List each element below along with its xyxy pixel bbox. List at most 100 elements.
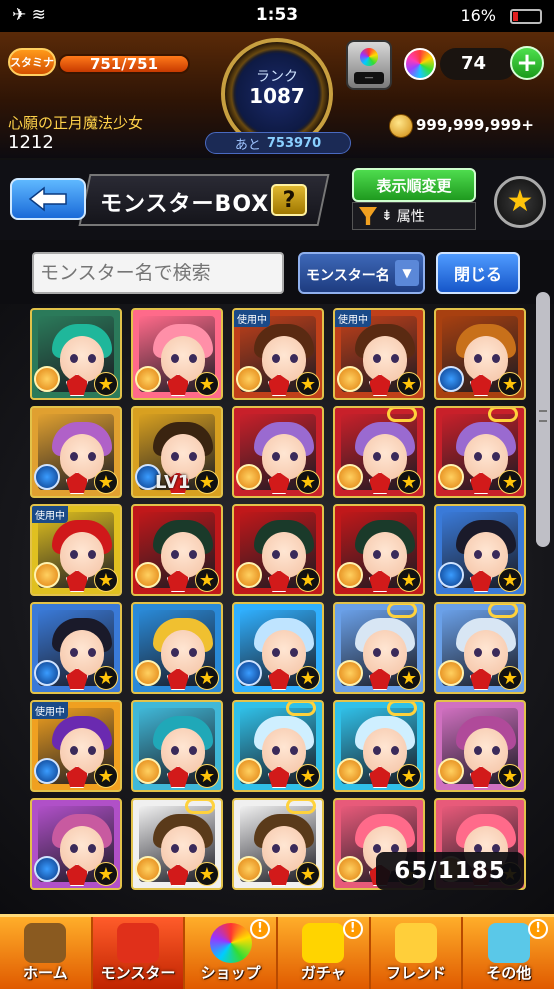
buy-orb-plus-button[interactable]: + — [510, 46, 544, 80]
element-orb-icon — [34, 366, 60, 392]
monster-card[interactable]: ★ — [232, 700, 324, 792]
eye — [492, 354, 500, 363]
monster-card[interactable]: ★ — [333, 700, 425, 792]
monster-card[interactable]: ★ — [131, 602, 223, 694]
nav-tab[interactable]: フレンド — [371, 917, 464, 989]
chain-link-icon — [387, 604, 417, 618]
stamina-bar[interactable]: 751/751 — [58, 54, 190, 74]
eye — [88, 354, 96, 363]
monster-card[interactable]: ★ — [131, 308, 223, 400]
chain-link-icon — [488, 604, 518, 618]
monster-card[interactable]: ★ — [333, 602, 425, 694]
chain-link-icon — [488, 408, 518, 422]
rarity-star-icon: ★ — [397, 666, 421, 690]
rarity-star-icon: ★ — [195, 470, 219, 494]
eye — [391, 746, 399, 755]
nav-tab[interactable]: その他! — [463, 917, 554, 989]
monster-card[interactable]: ★ — [131, 700, 223, 792]
monster-search-input[interactable] — [32, 252, 284, 294]
eye — [492, 648, 500, 657]
monster-card[interactable]: ★ — [30, 798, 122, 890]
element-orb-icon — [34, 856, 60, 882]
element-orb-icon — [438, 464, 464, 490]
in-use-tag: 使用中 — [32, 702, 68, 719]
eye — [88, 746, 96, 755]
close-button[interactable]: 閉じる — [436, 252, 520, 294]
eye — [70, 746, 78, 755]
nav-tab[interactable]: ホーム — [0, 917, 93, 989]
nav-tab[interactable]: ショップ! — [185, 917, 279, 989]
rarity-star-icon: ★ — [94, 862, 118, 886]
monster-card[interactable]: ★ — [434, 700, 526, 792]
nav-label: モンスター — [100, 964, 176, 982]
rarity-star-icon: ★ — [296, 470, 320, 494]
eye — [474, 550, 482, 559]
status-bar: ✈ ≋ 1:53 16% — [0, 0, 554, 32]
eye — [171, 648, 179, 657]
orb-count: 74 — [440, 48, 516, 80]
monster-card[interactable]: ★ — [232, 504, 324, 596]
favorite-star-button[interactable]: ★ — [494, 176, 546, 228]
rank-label: ランク — [256, 69, 298, 85]
element-orb-icon — [34, 464, 60, 490]
nav-tab[interactable]: ガチャ! — [278, 917, 371, 989]
star-icon: ★ — [506, 184, 534, 219]
search-field-select[interactable]: モンスター名 ▼ — [298, 252, 425, 294]
in-use-tag: 使用中 — [335, 310, 371, 327]
rarity-star-icon: ★ — [498, 470, 522, 494]
eye — [88, 844, 96, 853]
eye — [272, 452, 280, 461]
chain-link-icon — [286, 800, 316, 814]
filter-label: 属性 — [396, 209, 425, 225]
rarity-star-icon: ★ — [498, 764, 522, 788]
eye — [373, 648, 381, 657]
luck-machine-icon[interactable]: — — [346, 40, 392, 90]
eye — [171, 354, 179, 363]
help-button[interactable]: ? — [271, 184, 307, 216]
monster-card[interactable]: ★ — [434, 308, 526, 400]
monster-card[interactable]: ★ — [30, 308, 122, 400]
box-title-bar: モンスターBOX ? 表示順変更 ⇟ 属性 ★ — [0, 160, 554, 240]
eye — [70, 354, 78, 363]
rarity-star-icon: ★ — [397, 470, 421, 494]
monster-card[interactable]: ★ — [333, 406, 425, 498]
chain-link-icon — [387, 408, 417, 422]
scrollbar[interactable] — [536, 292, 550, 547]
eye — [474, 648, 482, 657]
element-orb-icon — [337, 366, 363, 392]
monster-card[interactable]: ★ — [434, 504, 526, 596]
monster-card[interactable]: ★ — [131, 504, 223, 596]
back-button[interactable] — [10, 178, 86, 220]
monster-card[interactable]: ★ — [232, 798, 324, 890]
monster-card[interactable]: ★ — [30, 602, 122, 694]
eye — [189, 550, 197, 559]
monster-card[interactable]: ★ — [434, 406, 526, 498]
orb-icon — [404, 48, 436, 80]
monster-card[interactable]: ★ 使用中 — [232, 308, 324, 400]
player-name: 心願の正月魔法少女 — [8, 114, 144, 132]
nav-label: ショップ — [200, 964, 261, 982]
nav-label: ガチャ — [300, 964, 346, 982]
monster-card[interactable]: ★ — [232, 602, 324, 694]
sort-order-button[interactable]: 表示順変更 — [352, 168, 476, 202]
nav-tab[interactable]: モンスター — [92, 917, 186, 989]
element-orb-icon — [236, 758, 262, 784]
filter-attribute[interactable]: ⇟ 属性 — [352, 202, 476, 230]
monster-card[interactable]: ★ — [131, 798, 223, 890]
monster-card[interactable]: ★ 使用中 — [30, 504, 122, 596]
monster-card[interactable]: ★ — [30, 406, 122, 498]
monster-card[interactable]: ★ 使用中 — [333, 308, 425, 400]
eye — [189, 354, 197, 363]
rarity-star-icon: ★ — [397, 764, 421, 788]
monster-card[interactable]: ★ 使用中 — [30, 700, 122, 792]
rarity-star-icon: ★ — [94, 568, 118, 592]
monster-card[interactable]: ★ — [232, 406, 324, 498]
element-orb-icon — [34, 758, 60, 784]
battery-icon — [510, 9, 542, 24]
funnel-icon — [359, 207, 377, 225]
element-orb-icon — [236, 366, 262, 392]
monster-card[interactable]: ★ — [333, 504, 425, 596]
monster-card[interactable]: ★ — [434, 602, 526, 694]
eye — [492, 452, 500, 461]
eye — [391, 648, 399, 657]
